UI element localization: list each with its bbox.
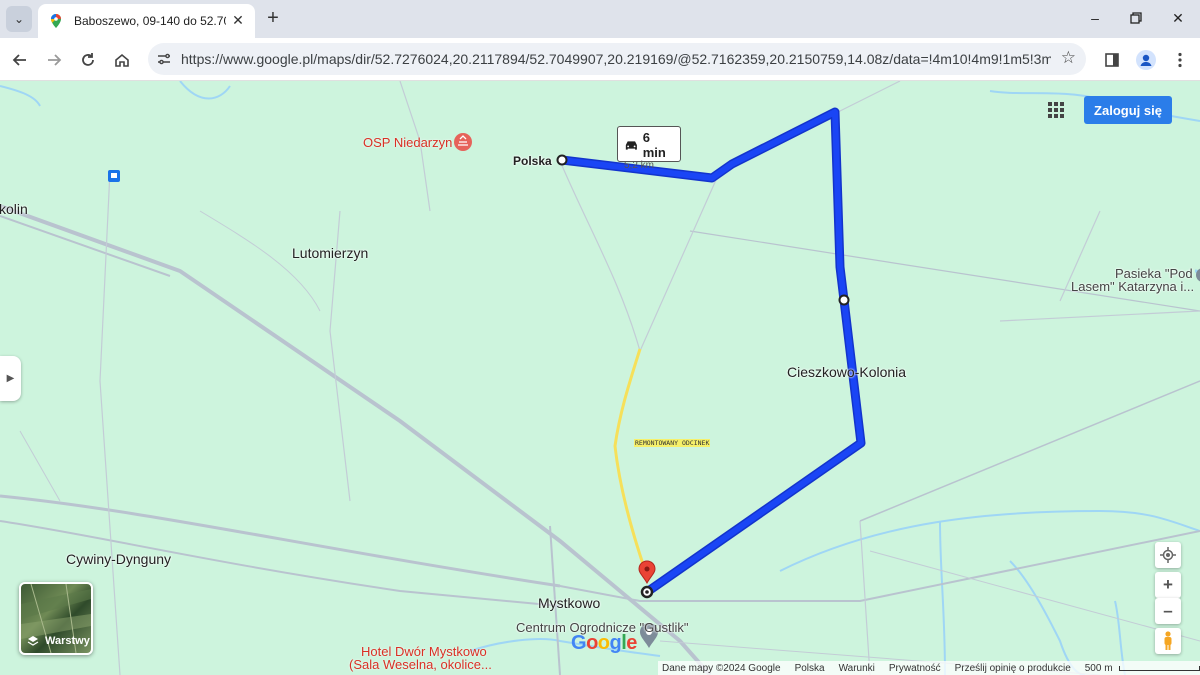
pegman-icon [1164, 631, 1172, 650]
home-icon [115, 53, 129, 67]
route-info-bubble[interactable]: 6 min 5,2 km [617, 126, 681, 171]
route-line [557, 107, 866, 597]
scale-label[interactable]: 500 m [1085, 663, 1113, 674]
kebab-menu-icon [1178, 52, 1182, 68]
map-roads [0, 81, 1200, 675]
my-location-button[interactable] [1155, 542, 1181, 568]
route-waypoint [838, 294, 850, 306]
minimize-button[interactable]: – [1083, 8, 1107, 28]
side-panel-button[interactable] [1100, 48, 1124, 72]
google-maps-icon [51, 14, 61, 28]
chevron-right-icon: ▶ [6, 373, 15, 384]
layers-icon [27, 636, 39, 646]
close-icon: ✕ [1172, 9, 1184, 26]
profile-icon [1136, 50, 1156, 70]
place-mystkowo: Mystkowo [538, 595, 601, 611]
tune-icon[interactable] [156, 51, 172, 67]
zoom-in-button[interactable]: + [1155, 572, 1181, 598]
car-icon [625, 141, 637, 150]
home-button[interactable] [110, 48, 134, 72]
signin-button[interactable]: Zaloguj się [1084, 96, 1172, 124]
feedback-link[interactable]: Prześlij opinię o produkcie [955, 663, 1071, 674]
terms-link[interactable]: Warunki [839, 663, 875, 674]
profile-button[interactable] [1134, 48, 1158, 72]
route-start-label: Polska [513, 154, 552, 168]
repaired-section-annotation: REMONTOWANY ODCINEK [634, 439, 711, 447]
place-cieszkowo-kolonia: Cieszkowo-Kolonia [787, 364, 907, 380]
browser-toolbar: https://www.google.pl/maps/dir/52.727602… [0, 38, 1200, 81]
close-icon[interactable]: ✕ [229, 12, 247, 29]
back-button[interactable] [8, 48, 32, 72]
minimize-icon: – [1091, 10, 1099, 26]
my-location-icon [1160, 547, 1176, 563]
route-time: 6 min [642, 130, 666, 160]
star-icon[interactable]: ☆ [1061, 48, 1076, 68]
forward-arrow-icon [48, 54, 62, 66]
address-bar[interactable]: https://www.google.pl/maps/dir/52.727602… [148, 43, 1086, 75]
minus-icon: – [1163, 601, 1173, 620]
restore-button[interactable] [1124, 8, 1148, 28]
map-canvas[interactable]: Polska 6 min 5,2 km OSP Niedarzyn kolin … [0, 81, 1200, 675]
new-tab-button[interactable]: + [262, 8, 284, 28]
close-window-button[interactable]: ✕ [1166, 8, 1190, 28]
repaired-road-segment [613, 348, 648, 574]
tab-bar: ⌄ Baboszewo, 09-140 do 52.7049... ✕ + – … [0, 0, 1200, 38]
google-logo: Google [571, 632, 637, 654]
browser-menu-button[interactable] [1168, 48, 1192, 72]
layers-label: Warstwy [45, 635, 90, 647]
poi-hotel-line2[interactable]: (Sala Weselna, okolice... [349, 657, 492, 672]
chevron-down-icon: ⌄ [13, 12, 25, 26]
place-lutomierzyn: Lutomierzyn [292, 245, 369, 261]
place-cywiny-dynguny: Cywiny-Dynguny [66, 551, 172, 567]
plus-icon: + [1163, 575, 1173, 594]
layers-button[interactable]: Warstwy [19, 582, 93, 655]
restore-icon [1130, 12, 1142, 24]
tab-search-button[interactable]: ⌄ [6, 6, 32, 32]
reload-icon [82, 53, 94, 66]
reload-button[interactable] [76, 48, 100, 72]
destination-pin-icon [638, 560, 656, 585]
url-text[interactable]: https://www.google.pl/maps/dir/52.727602… [181, 51, 1051, 67]
route-distance: 5,2 km [624, 160, 655, 171]
region-link[interactable]: Polska [795, 663, 825, 674]
google-apps-icon[interactable] [1048, 102, 1064, 118]
scale-bar[interactable] [1118, 665, 1200, 671]
back-arrow-icon [12, 54, 26, 66]
tab-title: Baboszewo, 09-140 do 52.7049... [74, 14, 226, 28]
zoom-out-button[interactable]: – [1155, 598, 1181, 624]
plus-icon: + [267, 7, 279, 29]
street-view-button[interactable] [1155, 628, 1181, 654]
poi-osp-niedarzyn[interactable]: OSP Niedarzyn [363, 135, 452, 150]
place-kolin: kolin [0, 201, 28, 217]
map-footer: Dane mapy ©2024 Google Polska Warunki Pr… [658, 661, 1200, 675]
poi-pasieka-line2[interactable]: Lasem" Katarzyna i... [1071, 279, 1194, 294]
forward-button[interactable] [42, 48, 66, 72]
side-panel-icon [1105, 53, 1119, 67]
map-copyright: Dane mapy ©2024 Google [662, 662, 781, 674]
privacy-link[interactable]: Prywatność [889, 663, 941, 674]
side-panel-toggle[interactable]: ▶ [0, 356, 21, 401]
browser-tab[interactable]: Baboszewo, 09-140 do 52.7049... ✕ [38, 4, 255, 38]
route-start-point [556, 154, 568, 166]
